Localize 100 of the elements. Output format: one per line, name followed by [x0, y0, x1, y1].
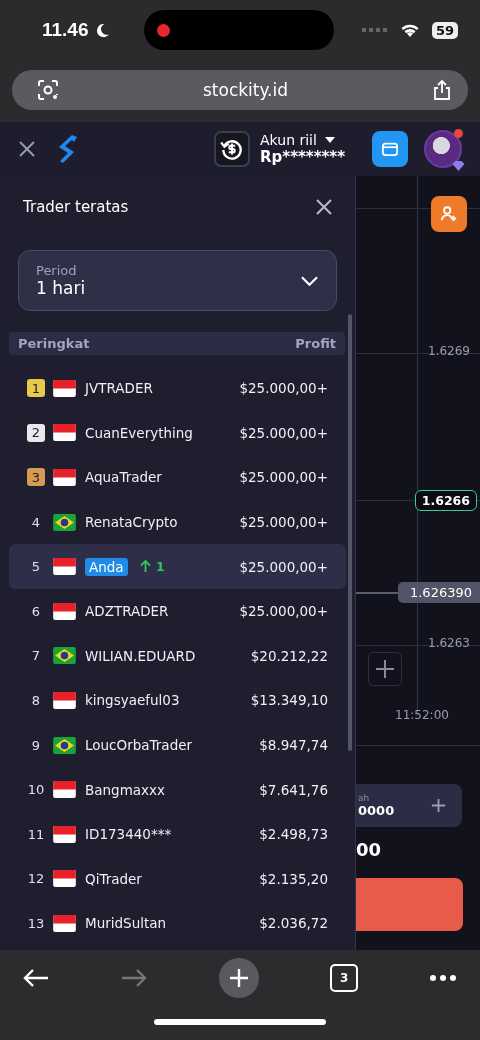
- rank-number: 12: [27, 870, 45, 888]
- trader-name: ID173440***: [85, 826, 172, 843]
- profit-amount: $25.000,00+: [239, 424, 328, 441]
- highlighted-row[interactable]: 5 Anda 1 $25.000,00+: [9, 544, 346, 589]
- avatar[interactable]: [424, 130, 462, 168]
- rank-number: 4: [30, 513, 42, 532]
- profit-amount: $25.000,00+: [239, 558, 328, 575]
- trader-name: AquaTrader: [85, 469, 162, 486]
- gem-icon: [452, 161, 465, 171]
- column-header: Profit: [295, 336, 336, 351]
- profit-amount: $25.000,00+: [239, 380, 328, 397]
- address-bar[interactable]: stockity.id: [12, 70, 468, 110]
- period-label: Period: [36, 263, 78, 278]
- logo-icon[interactable]: [58, 134, 78, 164]
- column-header: Peringkat: [18, 336, 90, 351]
- trader-name: CuanEverything: [85, 424, 193, 441]
- rank-number: 8: [30, 691, 42, 710]
- battery-level: 59: [431, 21, 458, 39]
- share-icon[interactable]: [432, 79, 452, 101]
- you-badge: Anda: [85, 557, 128, 576]
- profit-amount: $2.498,73: [259, 826, 328, 843]
- profit-amount: $8.947,74: [259, 737, 328, 754]
- leaderboard-row[interactable]: 2 CuanEverything $25.000,00+: [9, 410, 346, 456]
- more-icon[interactable]: [430, 975, 456, 981]
- close-icon[interactable]: [315, 198, 333, 216]
- leaderboard-row[interactable]: 13 MuridSultan $2.036,72: [9, 901, 346, 946]
- currency-exchange-button[interactable]: [214, 131, 250, 167]
- trader-name: kingsyaeful03: [85, 692, 180, 709]
- plus-icon: [375, 659, 395, 679]
- moon-icon: [94, 22, 110, 38]
- account-balance: Rp********: [260, 148, 347, 166]
- add-user-icon: [440, 205, 458, 223]
- profit-amount: $25.000,00+: [239, 514, 328, 531]
- rank-number: 9: [30, 736, 42, 755]
- trader-name: MuridSultan: [85, 915, 167, 932]
- trader-name: LoucOrbaTrader: [85, 737, 193, 754]
- forward-arrow-icon[interactable]: [120, 968, 147, 988]
- plus-icon[interactable]: [431, 798, 446, 813]
- wifi-icon: [399, 22, 420, 38]
- trader-name: WILIAN.EDUARD: [85, 647, 196, 664]
- wallet-icon: [381, 141, 399, 157]
- price-label: 1.6269: [428, 344, 470, 358]
- rank-number: 13: [27, 914, 45, 933]
- profit-amount: $25.000,00+: [239, 469, 328, 486]
- amount-field[interactable]: ah 0000: [356, 784, 462, 827]
- rank-badge: 3: [27, 468, 45, 487]
- trader-name: ADZTRADER: [85, 603, 169, 620]
- time-label: 11:52:00: [395, 708, 449, 722]
- plus-icon: [228, 968, 249, 988]
- notification-dot: [454, 129, 463, 138]
- url-text: stockity.id: [202, 80, 289, 100]
- price-label: 1.6263: [428, 636, 470, 650]
- profit-amount: $2.036,72: [259, 915, 328, 932]
- add-user-button[interactable]: [431, 196, 467, 232]
- arrow-up-icon: [139, 560, 151, 574]
- leaderboard-row[interactable]: 4 RenataCrypto $25.000,00+: [9, 499, 346, 545]
- rank-number: 10: [27, 781, 45, 799]
- caret-icon[interactable]: [324, 137, 335, 143]
- payout-amount: 00: [356, 839, 382, 860]
- profit-amount: $25.000,00+: [239, 603, 328, 620]
- zoom-in-button[interactable]: [368, 652, 402, 686]
- current-price-badge: 1.6266: [414, 490, 477, 511]
- clock-time: 11.46: [42, 19, 89, 41]
- scan-icon[interactable]: [37, 79, 59, 101]
- profit-amount: $13.349,10: [250, 692, 328, 709]
- rank-badge: 2: [27, 423, 45, 442]
- leaderboard-row[interactable]: 12 QiTrader $2.135,20: [9, 856, 346, 902]
- scrollbar[interactable]: [348, 314, 352, 751]
- account-type[interactable]: Akun riil: [260, 132, 317, 148]
- rank-number: 5: [30, 558, 42, 576]
- trader-name: RenataCrypto: [85, 514, 178, 531]
- leaderboard-row[interactable]: 1 JVTRADER $25.000,00+: [9, 366, 346, 411]
- trader-name: JVTRADER: [85, 380, 153, 397]
- panel-title: Trader teratas: [23, 198, 129, 216]
- profit-amount: $2.135,20: [259, 870, 328, 887]
- period-dropdown[interactable]: Period 1 hari: [18, 250, 337, 311]
- profit-amount: $20.212,22: [250, 647, 328, 664]
- trader-name: QiTrader: [85, 870, 142, 887]
- leaderboard-row[interactable]: 6 ADZTRADER $25.000,00+: [9, 588, 346, 634]
- leaderboard-row[interactable]: 9 LoucOrbaTrader $8.947,74: [9, 722, 346, 768]
- rank-number: 6: [30, 602, 42, 621]
- wallet-button[interactable]: [372, 131, 408, 167]
- rank-badge: 1: [27, 379, 45, 398]
- leaderboard-row[interactable]: 7 WILIAN.EDUARD $20.212,22: [9, 633, 346, 679]
- rank-number: 11: [27, 825, 45, 844]
- price-line-label: 1.626390: [397, 582, 480, 603]
- period-value: 1 hari: [36, 278, 86, 298]
- close-icon[interactable]: [18, 140, 36, 158]
- tab-count-button[interactable]: 3: [330, 964, 359, 992]
- rank-number: 7: [30, 647, 42, 665]
- chevron-down-icon: [301, 275, 318, 286]
- leaderboard-row[interactable]: 8 kingsyaeful03 $13.349,10: [9, 678, 346, 723]
- new-tab-button[interactable]: [218, 958, 259, 998]
- leaderboard-row[interactable]: 11 ID173440*** $2.498,73: [9, 811, 346, 857]
- leaderboard-row[interactable]: 10 Bangmaxxx $7.641,76: [9, 767, 346, 812]
- recording-dot: [156, 23, 170, 37]
- back-arrow-icon[interactable]: [23, 968, 49, 988]
- profit-amount: $7.641,76: [259, 781, 328, 798]
- rank-change: 1: [155, 559, 165, 575]
- leaderboard-row[interactable]: 3 AquaTrader $25.000,00+: [9, 455, 346, 500]
